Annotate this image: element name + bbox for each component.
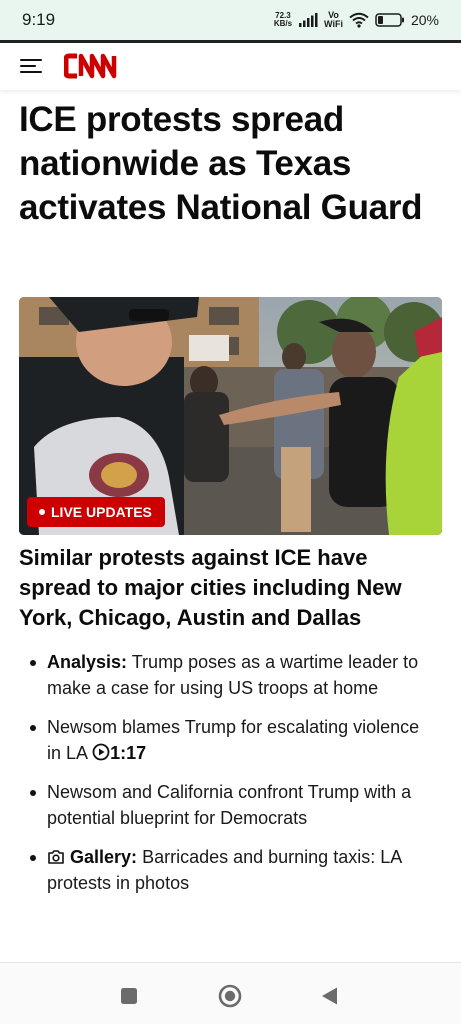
app-header xyxy=(0,43,461,90)
related-story-video[interactable]: Newsom blames Trump for escalating viole… xyxy=(27,715,437,766)
related-story-gallery[interactable]: Gallery: Barricades and burning taxis: L… xyxy=(27,845,437,896)
play-circle-icon xyxy=(92,743,110,760)
battery-icon xyxy=(375,13,404,27)
story-prefix: Analysis: xyxy=(47,652,128,672)
status-time: 9:19 xyxy=(22,10,56,29)
story-prefix: Gallery: xyxy=(70,847,138,867)
related-stories-list: Analysis: Trump poses as a wartime leade… xyxy=(27,650,437,896)
subheadline[interactable]: Similar protests against ICE have spread… xyxy=(19,543,444,633)
recents-square-icon[interactable] xyxy=(120,987,138,1005)
home-circle-icon[interactable] xyxy=(218,984,242,1008)
cnn-logo[interactable] xyxy=(64,51,122,81)
status-icons: 72.3 KB/s Vo WiFi 20% xyxy=(274,11,439,29)
net-speed: 72.3 KB/s xyxy=(273,11,293,28)
status-bar: 9:19 72.3 KB/s Vo WiFi 20% xyxy=(0,0,461,40)
live-dot-icon xyxy=(39,509,45,515)
video-duration: 1:17 xyxy=(110,742,147,763)
wifi-icon xyxy=(349,12,369,28)
system-nav-bar xyxy=(0,963,461,1024)
menu-icon[interactable] xyxy=(20,55,46,77)
live-updates-badge[interactable]: LIVE UPDATES xyxy=(27,497,165,527)
hero-image[interactable]: LIVE UPDATES xyxy=(19,297,442,535)
back-triangle-icon[interactable] xyxy=(320,986,340,1006)
related-story-blueprint[interactable]: Newsom and California confront Trump wit… xyxy=(27,780,437,831)
battery-percent: 20% xyxy=(410,12,439,28)
camera-icon xyxy=(48,850,64,864)
signal-icon xyxy=(299,13,318,27)
story-text: Newsom and California confront Trump wit… xyxy=(47,782,412,828)
related-story-analysis[interactable]: Analysis: Trump poses as a wartime leade… xyxy=(27,650,437,701)
vowifi-label: Vo WiFi xyxy=(324,10,343,29)
live-updates-label: LIVE UPDATES xyxy=(51,504,152,520)
headline[interactable]: ICE protests spread nationwide as Texas … xyxy=(19,98,439,230)
